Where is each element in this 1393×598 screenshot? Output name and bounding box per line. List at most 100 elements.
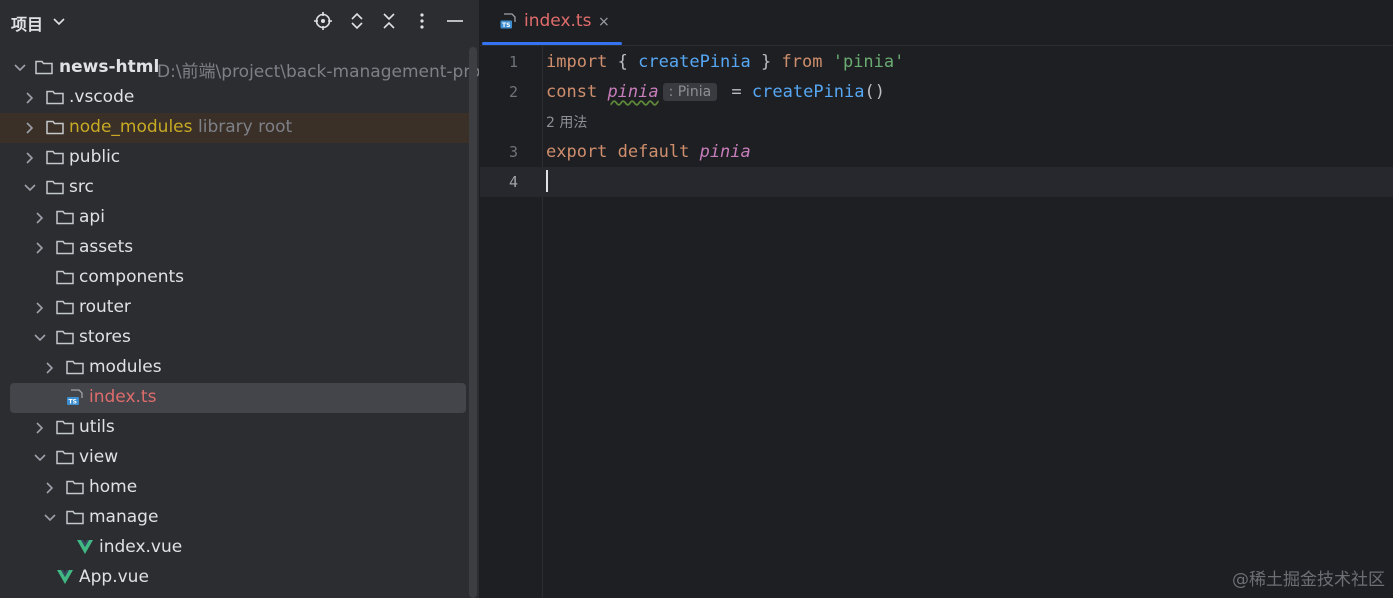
tree-item-utils[interactable]: utils xyxy=(0,413,470,443)
folder-icon xyxy=(66,510,84,525)
line-number: 4 xyxy=(508,173,518,191)
tree-item-label: public xyxy=(69,147,121,167)
tab-label: index.ts xyxy=(524,11,592,31)
tree-scrollbar[interactable] xyxy=(469,47,477,598)
tree-item-label: utils xyxy=(79,417,115,437)
project-panel-header: 项目 xyxy=(0,0,479,44)
folder-icon xyxy=(56,330,74,345)
tree-item-label: .vscode xyxy=(69,87,135,107)
tree-item-label: node_modules xyxy=(69,117,193,137)
tree-item-home[interactable]: home xyxy=(0,473,470,503)
keyword-token: default xyxy=(617,142,690,162)
tree-item-label: App.vue xyxy=(79,567,149,587)
tab-close-icon[interactable]: × xyxy=(598,14,610,30)
type-inlay-hint: : Pinia xyxy=(662,83,718,101)
project-panel: 项目 news-html D:\前端\project\back-manageme… xyxy=(0,0,479,598)
chevron-down-icon[interactable] xyxy=(33,451,47,465)
chevron-right-icon[interactable] xyxy=(33,301,47,315)
folder-icon xyxy=(56,210,74,225)
chevron-down-icon[interactable] xyxy=(33,331,47,345)
tree-item-node-modules[interactable]: node_modules library root xyxy=(0,113,470,143)
tree-item-news-html[interactable]: news-html D:\前端\project\back-management-… xyxy=(0,53,479,83)
identifier-token: createPinia xyxy=(638,52,751,72)
variable-token: pinia xyxy=(607,82,659,102)
chevron-right-icon[interactable] xyxy=(33,421,47,435)
code-area[interactable]: 1 import { createPinia } from 'pinia' 2 … xyxy=(480,46,1393,598)
chevron-down-icon[interactable] xyxy=(13,61,27,75)
chevron-right-icon[interactable] xyxy=(23,121,37,135)
project-panel-title[interactable]: 项目 xyxy=(11,11,43,35)
string-token: 'pinia' xyxy=(832,52,905,72)
tree-item-app-vue[interactable]: App.vue xyxy=(0,563,470,593)
code-line[interactable]: 3 export default pinia xyxy=(480,137,1393,167)
tree-item-stores[interactable]: stores xyxy=(0,323,470,353)
brace-token: } xyxy=(761,52,772,72)
tree-item-index-ts[interactable]: TS index.ts xyxy=(10,383,466,413)
vue-file-icon xyxy=(77,540,93,554)
code-line[interactable]: 1 import { createPinia } from 'pinia' xyxy=(480,47,1393,77)
tree-item-src[interactable]: src xyxy=(0,173,470,203)
tree-item-manage[interactable]: manage xyxy=(0,503,470,533)
tree-item-components[interactable]: components xyxy=(0,263,470,293)
typescript-file-icon: TS xyxy=(67,389,83,406)
minimize-icon[interactable] xyxy=(445,11,465,31)
keyword-token: import xyxy=(546,52,608,72)
folder-icon xyxy=(56,300,74,315)
close-all-icon[interactable] xyxy=(379,11,399,31)
chevron-down-icon[interactable] xyxy=(43,511,57,525)
line-number: 3 xyxy=(508,143,518,161)
tree-item-router[interactable]: router xyxy=(0,293,470,323)
chevron-right-icon[interactable] xyxy=(43,361,57,375)
tree-item-label: modules xyxy=(89,357,162,377)
code-line-current[interactable]: 4 xyxy=(480,167,1393,197)
folder-icon xyxy=(35,60,53,75)
tab-index-ts[interactable]: TS index.ts × xyxy=(482,0,622,45)
line-number: 2 xyxy=(508,83,518,101)
folder-icon xyxy=(66,480,84,495)
chevron-down-icon[interactable] xyxy=(23,181,37,195)
folder-icon xyxy=(66,360,84,375)
tree-item-label: assets xyxy=(79,237,134,257)
expand-collapse-icon[interactable] xyxy=(347,11,367,31)
tree-item-label: router xyxy=(79,297,131,317)
code-line[interactable]: 2 const pinia: Pinia = createPinia() xyxy=(480,77,1393,107)
chevron-right-icon[interactable] xyxy=(23,91,37,105)
chevron-down-icon[interactable] xyxy=(52,11,66,31)
tree-item-label: index.vue xyxy=(99,537,183,557)
code-text: import { createPinia } from 'pinia' xyxy=(546,52,904,72)
tree-item-assets[interactable]: assets xyxy=(0,233,470,263)
tree-item-modules[interactable]: modules xyxy=(0,353,470,383)
folder-icon xyxy=(46,150,64,165)
usages-hint[interactable]: 2 用法 xyxy=(546,112,587,132)
function-call-token: createPinia xyxy=(751,82,865,102)
chevron-right-icon[interactable] xyxy=(23,151,37,165)
tree-item-public[interactable]: public xyxy=(0,143,470,173)
code-text: const pinia: Pinia = createPinia() xyxy=(546,82,885,102)
tree-item-api[interactable]: api xyxy=(0,203,470,233)
active-tab-indicator xyxy=(482,42,622,45)
tree-item-label: stores xyxy=(79,327,131,347)
tree-item-path-hint: D:\前端\project\back-management-proj xyxy=(157,62,479,82)
folder-icon xyxy=(46,90,64,105)
tree-item-label: src xyxy=(69,177,94,197)
svg-text:TS: TS xyxy=(69,399,77,406)
tree-item-index-vue[interactable]: index.vue xyxy=(0,533,470,563)
tree-item-label: index.ts xyxy=(89,387,157,407)
more-icon[interactable] xyxy=(412,11,432,31)
tree-item-vscode[interactable]: .vscode xyxy=(0,83,470,113)
vue-file-icon xyxy=(57,570,73,584)
line-number: 1 xyxy=(508,53,518,71)
tree-item-label: view xyxy=(79,447,119,467)
tree-item-view[interactable]: view xyxy=(0,443,470,473)
editor-tab-bar: TS index.ts × xyxy=(480,0,1393,46)
chevron-right-icon[interactable] xyxy=(33,211,47,225)
watermark: @稀土掘金技术社区 xyxy=(1232,570,1385,590)
typescript-file-icon: TS xyxy=(500,13,516,29)
code-text: export default pinia xyxy=(546,142,751,162)
folder-icon xyxy=(56,450,74,465)
chevron-right-icon[interactable] xyxy=(33,241,47,255)
folder-icon xyxy=(56,240,74,255)
chevron-right-icon[interactable] xyxy=(43,481,57,495)
locate-icon[interactable] xyxy=(313,11,333,31)
keyword-token: export xyxy=(546,142,608,162)
